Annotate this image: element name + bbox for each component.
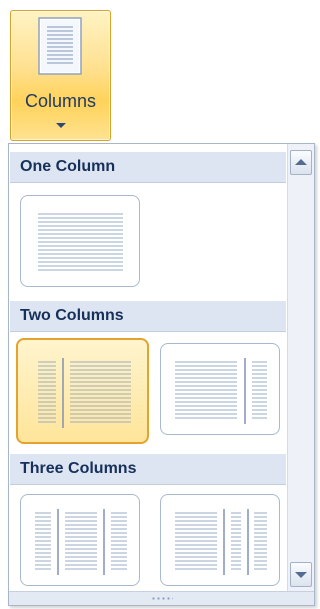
one-column-option[interactable]: [20, 195, 140, 287]
one-column-preview-icon: [38, 213, 123, 271]
columns-button[interactable]: Columns: [10, 10, 111, 141]
gallery-resize-grip[interactable]: [9, 591, 314, 605]
three-columns-variant-preview-icon: [175, 509, 267, 575]
scroll-down-button[interactable]: [290, 562, 312, 587]
section-header-two-columns: Two Columns: [10, 301, 286, 332]
scroll-down-arrow-icon: [295, 572, 307, 578]
resize-grip-icon: [151, 597, 173, 600]
section-header-one-column: One Column: [10, 152, 286, 183]
two-columns-preview-icon: [38, 358, 131, 428]
columns-gallery: One Column Two Columns Three Columns: [8, 143, 315, 606]
three-columns-variant-option[interactable]: [160, 494, 280, 586]
columns-button-label: Columns: [24, 91, 97, 111]
two-columns-option[interactable]: [16, 338, 149, 444]
three-columns-option[interactable]: [20, 494, 140, 586]
gallery-scrollbar[interactable]: [287, 144, 314, 592]
section-header-three-columns: Three Columns: [10, 454, 286, 485]
document-columns-icon: [38, 17, 82, 75]
three-columns-preview-icon: [35, 509, 127, 575]
scroll-up-button[interactable]: [290, 150, 312, 175]
two-columns-right-narrow-preview-icon: [175, 358, 267, 424]
chevron-down-icon: [56, 123, 66, 128]
scroll-up-arrow-icon: [295, 159, 307, 165]
two-columns-right-narrow-option[interactable]: [160, 343, 280, 435]
